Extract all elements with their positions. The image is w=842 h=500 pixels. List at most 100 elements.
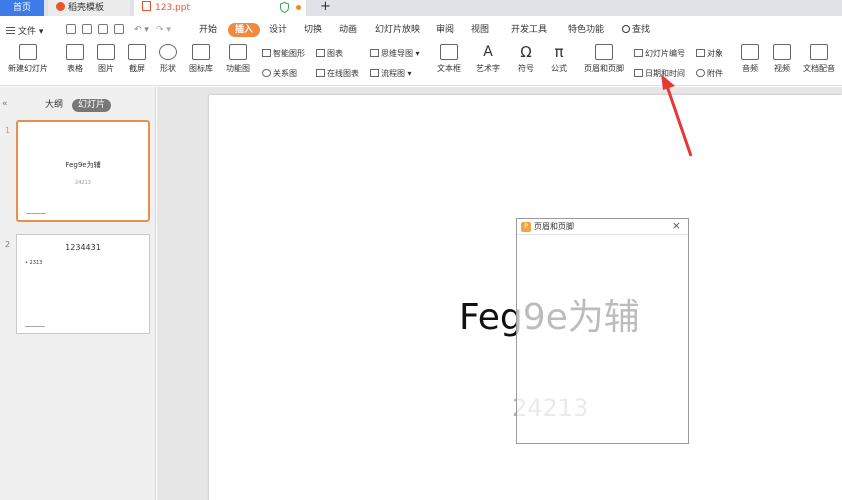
mind-map-icon: [370, 49, 379, 57]
audio-button[interactable]: 音频: [736, 42, 764, 74]
table-button[interactable]: 表格: [62, 42, 88, 74]
chevron-down-icon: ▾: [36, 27, 44, 37]
thumb-footer-line: [26, 213, 46, 214]
menu-tab-insert[interactable]: 插入: [228, 23, 261, 37]
slide-number-icon: [634, 49, 643, 57]
online-chart-icon: [316, 69, 325, 77]
function-chart-icon: [229, 44, 247, 60]
menu-tab-slideshow[interactable]: 幻灯片放映: [375, 23, 420, 37]
formula-button[interactable]: π 公式: [545, 42, 573, 74]
object-button[interactable]: 对象: [696, 48, 723, 59]
slide-thumbnail-2[interactable]: 1234431 • 2313: [16, 234, 150, 334]
textbox-button[interactable]: 文本框: [433, 42, 465, 74]
smart-graphic-button[interactable]: 智能图形: [262, 48, 305, 59]
textbox-icon: [440, 44, 458, 60]
flowchart-button[interactable]: 流程图 ▾: [370, 68, 412, 79]
attachment-button[interactable]: 附件: [696, 68, 723, 79]
slide-number: 2: [5, 240, 11, 249]
tab-outline[interactable]: 大纲: [45, 99, 63, 112]
omega-icon: Ω: [520, 43, 532, 61]
dubbing-icon: [810, 44, 828, 60]
header-footer-button[interactable]: 页眉和页脚: [582, 42, 626, 74]
shape-icon: [159, 44, 177, 60]
tab-docer-templates[interactable]: 稻壳模板: [48, 0, 130, 16]
close-icon[interactable]: ×: [672, 219, 681, 232]
wps-presentation-icon: P: [521, 222, 531, 232]
new-slide-icon: [19, 44, 37, 60]
icon-library-button[interactable]: 图标库: [187, 42, 215, 74]
search-box[interactable]: 查找: [622, 23, 650, 37]
doc-dubbing-button[interactable]: 文档配音: [800, 42, 838, 74]
flowchart-label: 流程图: [381, 69, 405, 78]
slide-number-button[interactable]: 幻灯片编号: [634, 48, 685, 59]
new-slide-label: 新建幻灯片: [8, 64, 48, 73]
relation-chart-label: 关系图: [273, 69, 297, 78]
shape-button[interactable]: 形状: [155, 42, 181, 74]
dialog-titlebar[interactable]: P 页眉和页脚 ×: [517, 219, 688, 235]
thumb-footer-line: [25, 326, 45, 327]
tab-home[interactable]: 首页: [0, 0, 44, 16]
new-tab-plus-icon[interactable]: +: [320, 0, 331, 14]
chart-icon: [316, 49, 325, 57]
smart-graphic-icon: [262, 49, 271, 57]
function-chart-button[interactable]: 功能图: [221, 42, 255, 74]
relation-chart-icon: [262, 69, 271, 77]
menu-bar: 文件 ▾ ↶ ▾ ↷ ▾ 开始 插入 设计 切换 动画 幻灯片放映 审阅 视图 …: [0, 18, 842, 42]
menu-tab-transitions[interactable]: 切换: [304, 23, 322, 37]
screenshot-button[interactable]: 截屏: [124, 42, 150, 74]
undo-icon[interactable]: ↶ ▾: [134, 23, 149, 37]
calendar-icon: [634, 69, 643, 77]
print-preview-icon[interactable]: [114, 24, 124, 34]
app-tab-bar: 首页 稻壳模板 123.ppt +: [0, 0, 842, 16]
menu-tab-view[interactable]: 视图: [471, 23, 489, 37]
wordart-label: 艺术字: [476, 64, 500, 73]
paperclip-icon: [696, 69, 705, 77]
slide-panel: « 大纲 幻灯片 1 Feg9e为辅 24213 2 1234431 • 231…: [0, 87, 156, 500]
symbol-button[interactable]: Ω 符号: [512, 42, 540, 74]
search-icon: [622, 25, 630, 33]
chart-button[interactable]: 图表: [316, 48, 343, 59]
flowchart-icon: [370, 69, 379, 77]
symbol-label: 符号: [518, 64, 534, 73]
menu-tab-design[interactable]: 设计: [269, 23, 287, 37]
redo-icon[interactable]: ↷ ▾: [156, 23, 171, 37]
export-pdf-icon[interactable]: [82, 24, 92, 34]
function-chart-label: 功能图: [226, 64, 250, 73]
online-chart-button[interactable]: 在线图表: [316, 68, 359, 79]
video-icon: [773, 44, 791, 60]
picture-label: 图片: [98, 64, 114, 73]
shield-icon[interactable]: [280, 2, 289, 13]
dialog-title: 页眉和页脚: [534, 222, 574, 231]
mind-map-button[interactable]: 思维导图 ▾: [370, 48, 420, 59]
menu-tab-features[interactable]: 特色功能: [568, 23, 604, 37]
slide-thumbnail-1[interactable]: Feg9e为辅 24213: [16, 120, 150, 222]
online-chart-label: 在线图表: [327, 69, 359, 78]
menu-tab-review[interactable]: 审阅: [436, 23, 454, 37]
save-icon[interactable]: [66, 24, 76, 34]
menu-tab-animations[interactable]: 动画: [339, 23, 357, 37]
wordart-button[interactable]: A 艺术字: [472, 42, 504, 74]
thumb-subtitle: 24213: [75, 180, 91, 186]
thumb-title: 1234431: [65, 243, 101, 252]
thumb-title: Feg9e为辅: [65, 161, 101, 169]
collapse-panel-icon[interactable]: «: [2, 99, 8, 109]
annotation-arrow-icon: [661, 74, 693, 157]
tab-slides[interactable]: 幻灯片: [72, 99, 112, 112]
video-button[interactable]: 视频: [768, 42, 796, 74]
file-menu[interactable]: 文件 ▾: [6, 24, 43, 37]
menu-tab-developer[interactable]: 开发工具: [511, 23, 547, 37]
picture-icon: [97, 44, 115, 60]
print-icon[interactable]: [98, 24, 108, 34]
header-footer-icon: [595, 44, 613, 60]
menu-tab-home[interactable]: 开始: [199, 23, 217, 37]
video-label: 视频: [774, 64, 790, 73]
new-slide-button[interactable]: 新建幻灯片: [2, 42, 54, 74]
pi-icon: π: [554, 43, 564, 61]
relation-chart-button[interactable]: 关系图: [262, 68, 297, 79]
header-footer-label: 页眉和页脚: [584, 64, 624, 73]
thumb-bullet: • 2313: [25, 260, 43, 266]
smart-graphic-label: 智能图形: [273, 49, 305, 58]
insert-ribbon: 新建幻灯片 表格 图片 截屏 形状 图标库 功能图 智能图形 图表 思维导图 ▾…: [0, 42, 842, 86]
picture-button[interactable]: 图片: [93, 42, 119, 74]
table-label: 表格: [67, 64, 83, 73]
